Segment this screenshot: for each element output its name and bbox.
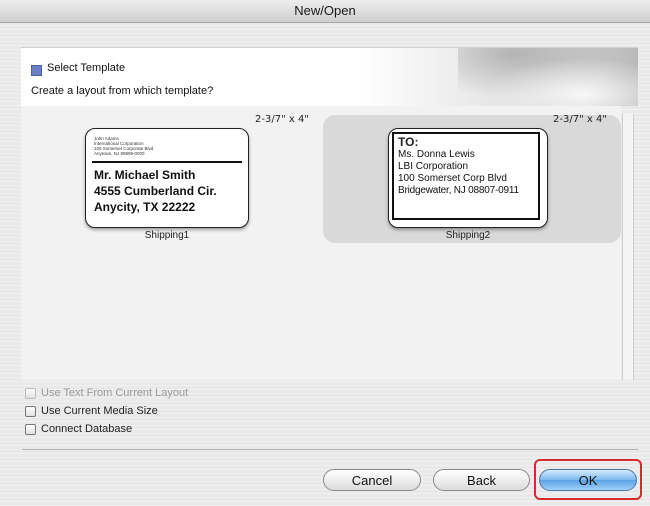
cancel-button[interactable]: Cancel (323, 469, 421, 491)
template-size-shipping2: 2-3/7" x 4" (553, 114, 607, 125)
checkbox-use-text[interactable] (25, 387, 36, 399)
template-thumbnail-shipping2[interactable]: TO: Ms. Donna Lewis LBI Corporation 100 … (388, 128, 548, 228)
recipient-line: 100 Somerset Corp Blvd (398, 173, 507, 184)
recipient-line: Anycity, TX 22222 (94, 200, 196, 214)
template-thumbnail-shipping1[interactable]: John Adams International Corporation 100… (85, 128, 249, 228)
sender-line: Anytown, NJ 99999-0000 (94, 151, 145, 156)
checkbox-connect-database[interactable] (25, 423, 36, 435)
recipient-line: 4555 Cumberland Cir. (94, 184, 217, 198)
label-divider (92, 161, 242, 163)
recipient-address: Mr. Michael Smith 4555 Cumberland Cir. A… (94, 167, 217, 215)
template-size-shipping1: 2-3/7" x 4" (255, 114, 309, 125)
template-scrollbar[interactable] (622, 114, 634, 380)
template-name-shipping2[interactable]: Shipping2 (388, 230, 548, 241)
recipient-line: LBI Corporation (398, 161, 469, 172)
dialog-header: Select Template Create a layout from whi… (21, 47, 638, 106)
section-subtitle: Create a layout from which template? (31, 85, 214, 97)
template-name-shipping1[interactable]: Shipping1 (85, 230, 249, 241)
recipient-line: Ms. Donna Lewis (398, 149, 475, 160)
ok-highlight-annotation (534, 459, 642, 500)
option-label: Use Current Media Size (41, 405, 158, 417)
to-heading: TO: (398, 135, 419, 149)
back-button[interactable]: Back (433, 469, 530, 491)
option-label: Connect Database (41, 423, 133, 435)
checkbox-media-size[interactable] (25, 405, 36, 417)
label-border: TO: Ms. Donna Lewis LBI Corporation 100 … (392, 132, 540, 220)
recipient-line: Mr. Michael Smith (94, 168, 196, 182)
window-title: New/Open (0, 0, 650, 23)
option-use-text-from-current-layout[interactable]: Use Text From Current Layout (25, 387, 188, 399)
recipient-line: Bridgewater, NJ 08807-0911 (398, 185, 519, 196)
option-use-current-media-size[interactable]: Use Current Media Size (25, 405, 158, 417)
header-decoration (458, 48, 638, 106)
section-title: Select Template (47, 62, 126, 74)
option-label: Use Text From Current Layout (41, 387, 189, 399)
footer-divider (22, 449, 638, 450)
option-connect-database[interactable]: Connect Database (25, 423, 132, 435)
section-square-icon (31, 65, 42, 76)
sender-address: John Adams International Corporation 100… (94, 136, 164, 156)
